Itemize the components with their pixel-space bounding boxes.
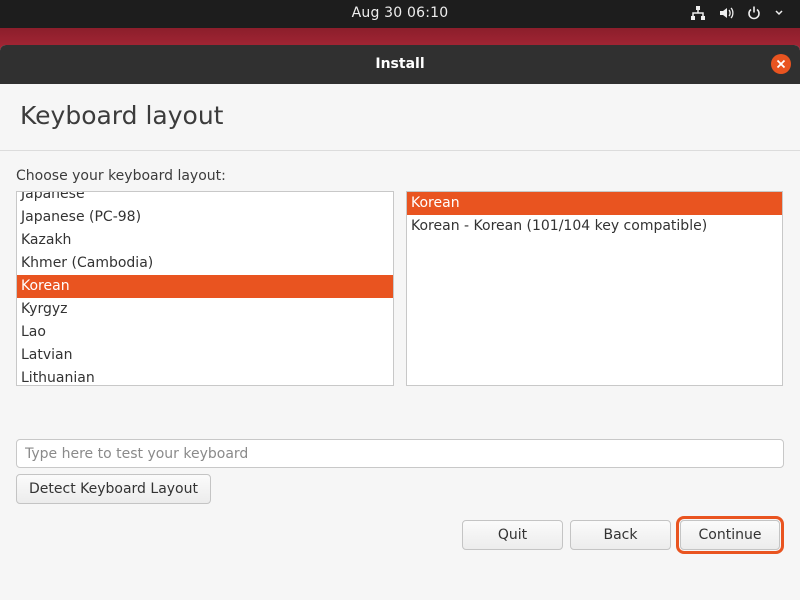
layout-list-item[interactable]: Japanese	[17, 192, 393, 206]
quit-button[interactable]: Quit	[462, 520, 563, 550]
power-icon[interactable]	[746, 5, 762, 21]
layout-list-item[interactable]: Lao	[17, 321, 393, 344]
close-icon	[776, 59, 786, 69]
layout-list-item[interactable]: Korean	[17, 275, 393, 298]
layout-list-item[interactable]: Kazakh	[17, 229, 393, 252]
layout-list[interactable]: Japanese Japanese (PC-98) Kazakh Khmer (Cam…	[16, 191, 394, 386]
installer-window: Install Keyboard layout Choose your keyb…	[0, 45, 800, 600]
layout-list-item[interactable]: Khmer (Cambodia)	[17, 252, 393, 275]
window-title: Install	[375, 56, 425, 72]
window-titlebar[interactable]: Install	[0, 45, 800, 84]
page-title: Keyboard layout	[20, 101, 224, 130]
top-panel: Aug 30 06:10	[0, 0, 800, 28]
layout-prompt: Choose your keyboard layout:	[16, 168, 226, 184]
back-button[interactable]: Back	[570, 520, 671, 550]
layout-list-item[interactable]: Kyrgyz	[17, 298, 393, 321]
page-header: Keyboard layout	[0, 84, 800, 151]
close-button[interactable]	[771, 54, 791, 74]
detect-keyboard-layout-button[interactable]: Detect Keyboard Layout	[16, 474, 211, 504]
layout-list-item[interactable]: Japanese (PC-98)	[17, 206, 393, 229]
page-content: Choose your keyboard layout: Japanese Jap…	[0, 152, 800, 600]
variant-list-item[interactable]: Korean - Korean (101/104 key compatible)	[407, 215, 782, 238]
layout-list-item[interactable]: Latvian	[17, 344, 393, 367]
variant-list-item[interactable]: Korean	[407, 192, 782, 215]
network-icon[interactable]	[690, 5, 706, 21]
clock[interactable]: Aug 30 06:10	[0, 5, 800, 21]
continue-button[interactable]: Continue	[676, 516, 784, 554]
keyboard-test-input[interactable]	[16, 439, 784, 468]
system-tray[interactable]	[690, 5, 784, 21]
volume-icon[interactable]	[718, 5, 734, 21]
variant-list[interactable]: Korean Korean - Korean (101/104 key compa…	[406, 191, 783, 386]
layout-list-item[interactable]: Lithuanian	[17, 367, 393, 385]
menu-chevron-icon[interactable]	[774, 5, 784, 21]
